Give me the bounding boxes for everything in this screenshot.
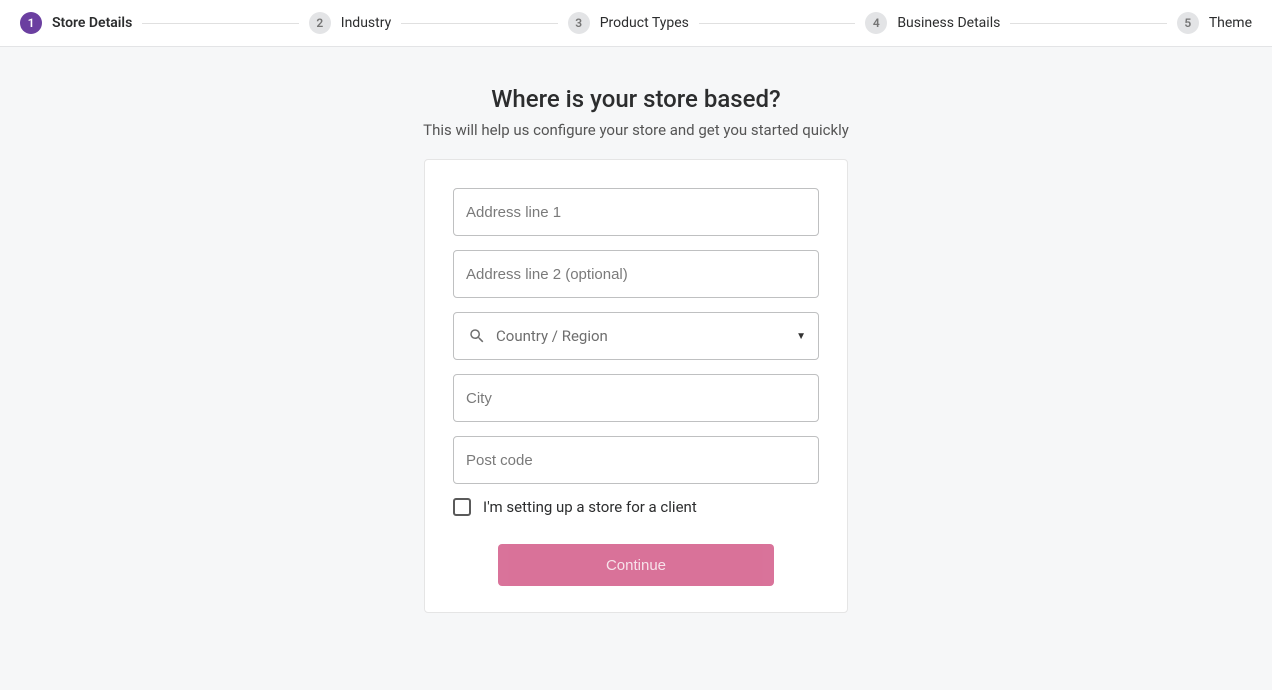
client-checkbox-row[interactable]: I'm setting up a store for a client (453, 498, 819, 516)
page-subheading: This will help us configure your store a… (423, 121, 849, 139)
step-number: 1 (20, 12, 42, 34)
search-icon (468, 327, 486, 345)
step-number: 5 (1177, 12, 1199, 34)
stepper-connector (142, 23, 298, 24)
step-number: 3 (568, 12, 590, 34)
client-checkbox[interactable] (453, 498, 471, 516)
country-select-label: Country / Region (496, 327, 796, 345)
stepper-connector (699, 23, 855, 24)
step-number: 4 (865, 12, 887, 34)
postcode-input[interactable] (466, 452, 806, 469)
step-label: Theme (1209, 15, 1252, 31)
step-store-details[interactable]: 1 Store Details (20, 12, 132, 34)
continue-button[interactable]: Continue (498, 544, 774, 586)
step-theme[interactable]: 5 Theme (1177, 12, 1252, 34)
postcode-field[interactable] (453, 436, 819, 484)
stepper-connector (1010, 23, 1166, 24)
step-label: Industry (341, 15, 391, 31)
chevron-down-icon: ▼ (796, 331, 806, 342)
step-product-types[interactable]: 3 Product Types (568, 12, 689, 34)
address-line-2-input[interactable] (466, 266, 806, 283)
client-checkbox-label: I'm setting up a store for a client (483, 498, 697, 516)
stepper-connector (401, 23, 557, 24)
address-line-2-field[interactable] (453, 250, 819, 298)
step-label: Product Types (600, 15, 689, 31)
step-label: Business Details (897, 15, 1000, 31)
city-input[interactable] (466, 390, 806, 407)
country-select[interactable]: Country / Region ▼ (453, 312, 819, 360)
step-business-details[interactable]: 4 Business Details (865, 12, 1000, 34)
address-line-1-input[interactable] (466, 204, 806, 221)
step-number: 2 (309, 12, 331, 34)
address-line-1-field[interactable] (453, 188, 819, 236)
continue-button-label: Continue (606, 557, 666, 574)
city-field[interactable] (453, 374, 819, 422)
step-label: Store Details (52, 15, 132, 31)
page-heading: Where is your store based? (491, 85, 780, 113)
main-content: Where is your store based? This will hel… (0, 47, 1272, 613)
stepper: 1 Store Details 2 Industry 3 Product Typ… (0, 0, 1272, 47)
address-card: Country / Region ▼ I'm setting up a stor… (424, 159, 848, 613)
step-industry[interactable]: 2 Industry (309, 12, 391, 34)
